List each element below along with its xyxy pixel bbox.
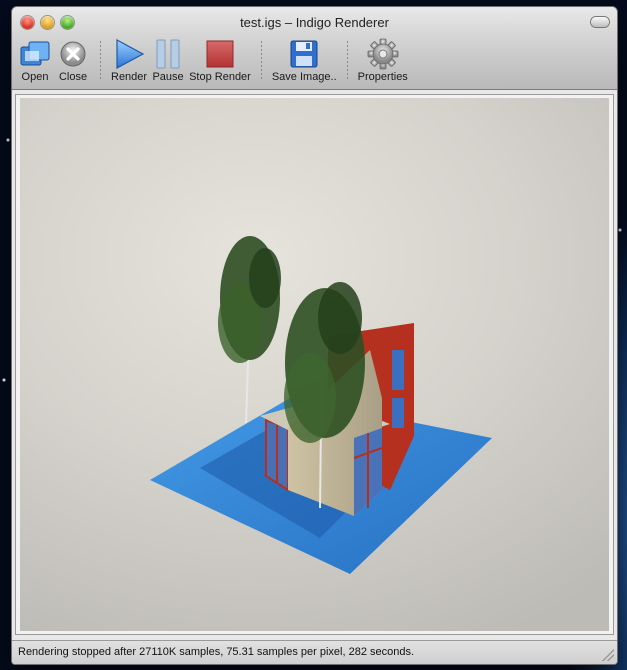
close-circle-icon — [56, 37, 90, 71]
gear-icon — [366, 37, 400, 71]
toolbar-toggle-button[interactable] — [591, 17, 609, 27]
toolbar-separator — [100, 41, 101, 81]
stop-icon — [203, 37, 237, 71]
stop-render-button[interactable]: Stop Render — [189, 37, 251, 83]
open-button[interactable]: Open — [18, 37, 52, 83]
properties-button[interactable]: Properties — [358, 37, 408, 83]
pause-label: Pause — [152, 71, 184, 83]
open-label: Open — [21, 71, 49, 83]
title-bar: test.igs – Indigo Renderer Open Close Re… — [12, 7, 617, 90]
app-window: test.igs – Indigo Renderer Open Close Re… — [11, 6, 618, 665]
rendered-image — [20, 98, 609, 631]
status-bar: Rendering stopped after 27110K samples, … — [12, 640, 617, 664]
resize-grip-icon[interactable] — [602, 649, 614, 661]
close-button[interactable]: Close — [56, 37, 90, 83]
close-label: Close — [58, 71, 88, 83]
floppy-disk-icon — [287, 37, 321, 71]
render-button[interactable]: Render — [111, 37, 147, 83]
toolbar: Open Close Render Pause Stop Render Save… — [16, 37, 613, 87]
status-text: Rendering stopped after 27110K samples, … — [18, 646, 415, 658]
pause-icon — [151, 37, 185, 71]
toolbar-separator — [260, 41, 262, 81]
save-image-label: Save Image.. — [271, 71, 337, 83]
window-title: test.igs – Indigo Renderer — [240, 15, 389, 30]
open-folder-icon — [18, 37, 52, 71]
render-label: Render — [111, 71, 148, 83]
play-icon — [112, 37, 146, 71]
toolbar-separator — [346, 41, 348, 81]
properties-label: Properties — [357, 71, 408, 83]
tree-left — [218, 236, 281, 424]
stop-render-label: Stop Render — [189, 71, 251, 83]
render-viewport[interactable] — [15, 94, 614, 635]
pause-button[interactable]: Pause — [151, 37, 185, 83]
save-image-button[interactable]: Save Image.. — [272, 37, 337, 83]
